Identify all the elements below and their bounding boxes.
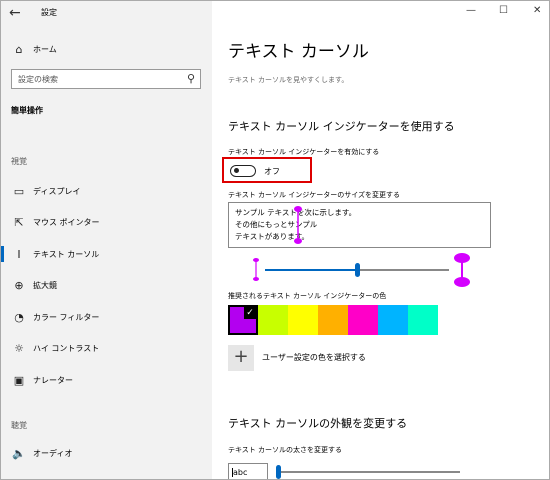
- magnifier-icon: ⊕: [14, 279, 24, 292]
- title-bar: ← 設定: [1, 1, 212, 27]
- indicator-toggle-label: テキスト カーソル インジケーターを有効にする: [228, 148, 380, 156]
- preview-line: その他にもっとサンプル: [235, 220, 318, 229]
- thickness-label: テキスト カーソルの太さを変更する: [228, 446, 343, 454]
- color-swatch[interactable]: ✓: [228, 305, 258, 335]
- sidebar-item-label: 拡大鏡: [33, 281, 57, 290]
- display-icon: ▭: [13, 184, 25, 198]
- sidebar-item-home[interactable]: ⌂ ホーム: [1, 34, 212, 64]
- back-arrow-icon[interactable]: ←: [9, 4, 27, 22]
- mouse-pointer-icon: ⇱: [14, 216, 24, 229]
- settings-window: ← 設定 ⌂ ホーム 設定の検索 ⚲ 簡単操作 視覚 ▭ ディスプレイ ⇱ マウス ポ…: [0, 0, 550, 480]
- text-cursor-icon: I: [17, 247, 21, 261]
- toggle-knob: [234, 168, 239, 173]
- group-heading-vision: 視覚: [11, 157, 27, 166]
- preview-cursor-indicator: [294, 206, 302, 244]
- sidebar-item-label: ディスプレイ: [33, 186, 81, 196]
- preview-line: サンプル テキストを次に示します。: [235, 208, 357, 217]
- sidebar-item-label: ハイ コントラスト: [33, 344, 100, 353]
- color-swatch[interactable]: [288, 305, 318, 335]
- sidebar: ← 設定 ⌂ ホーム 設定の検索 ⚲ 簡単操作 視覚 ▭ ディスプレイ ⇱ マウス ポ…: [1, 1, 212, 479]
- section-title: 簡単操作: [11, 106, 43, 115]
- sidebar-item-magnifier[interactable]: ⊕ 拡大鏡: [1, 271, 212, 301]
- add-custom-color-button[interactable]: +: [228, 345, 254, 371]
- thickness-preview: abc: [228, 463, 268, 479]
- indicator-toggle[interactable]: [230, 165, 256, 177]
- toggle-state-label: オフ: [264, 167, 280, 176]
- search-input[interactable]: 設定の検索 ⚲: [11, 69, 201, 89]
- close-icon[interactable]: ✕: [533, 5, 541, 16]
- custom-color-label[interactable]: ユーザー設定の色を選択する: [262, 352, 366, 363]
- indicator-size-slider[interactable]: [265, 259, 449, 281]
- large-indicator-icon: [454, 253, 470, 287]
- color-filter-icon: ◔: [14, 310, 24, 324]
- sidebar-item-high-contrast[interactable]: ☼ ハイ コントラスト: [1, 334, 212, 364]
- sidebar-item-narrator[interactable]: ▣ ナレーター: [1, 365, 212, 395]
- thickness-slider[interactable]: [276, 461, 460, 479]
- home-icon: ⌂: [15, 42, 23, 56]
- narrator-icon: ▣: [13, 373, 25, 387]
- indicator-size-label: テキスト カーソル インジケーターのサイズを変更する: [228, 191, 401, 199]
- appearance-heading: テキスト カーソルの外観を変更する: [228, 417, 408, 430]
- slider-track: [355, 269, 449, 271]
- sidebar-item-text-cursor[interactable]: I テキスト カーソル: [1, 239, 212, 269]
- sidebar-item-audio[interactable]: 🔈 オーディオ: [1, 438, 212, 468]
- sidebar-item-mouse-pointer[interactable]: ⇱ マウス ポインター: [1, 208, 212, 238]
- color-swatch[interactable]: [348, 305, 378, 335]
- sidebar-item-label: テキスト カーソル: [33, 249, 100, 259]
- thickness-sample-text: abc: [233, 468, 248, 477]
- small-indicator-icon: [253, 258, 259, 281]
- checkmark-icon: ✓: [244, 307, 256, 319]
- main-content: — ☐ ✕ テキスト カーソル テキスト カーソルを見やすくします。 テキスト …: [212, 1, 549, 479]
- sidebar-item-color-filter[interactable]: ◔ カラー フィルター: [1, 302, 212, 332]
- app-title: 設定: [41, 8, 57, 17]
- slider-track: [276, 471, 460, 473]
- sidebar-item-label: カラー フィルター: [33, 312, 100, 322]
- page-title: テキスト カーソル: [228, 42, 369, 62]
- indicator-heading: テキスト カーソル インジケーターを使用する: [228, 120, 455, 133]
- audio-icon: 🔈: [12, 446, 26, 460]
- color-swatches: ✓: [228, 305, 438, 335]
- color-swatch[interactable]: [408, 305, 438, 335]
- slider-track-filled: [265, 269, 355, 271]
- maximize-icon[interactable]: ☐: [499, 5, 508, 16]
- sidebar-item-display[interactable]: ▭ ディスプレイ: [1, 176, 212, 206]
- sidebar-item-label: オーディオ: [33, 448, 73, 458]
- color-swatch[interactable]: [318, 305, 348, 335]
- page-subtitle: テキスト カーソルを見やすくします。: [228, 76, 349, 84]
- slider-thumb[interactable]: [355, 263, 360, 277]
- color-swatch[interactable]: [258, 305, 288, 335]
- highlight-box: オフ: [222, 157, 312, 183]
- sidebar-item-label: ナレーター: [33, 375, 73, 385]
- text-preview-box: サンプル テキストを次に示します。 その他にもっとサンプル テキストがあります。: [228, 202, 491, 248]
- high-contrast-icon: ☼: [14, 342, 24, 355]
- preview-line: テキストがあります。: [235, 232, 310, 241]
- group-heading-hearing: 聴覚: [11, 421, 27, 430]
- indicator-color-label: 推奨されるテキスト カーソル インジケーターの色: [228, 292, 387, 300]
- search-placeholder: 設定の検索: [18, 75, 58, 84]
- slider-thumb[interactable]: [276, 465, 281, 479]
- sidebar-item-label: マウス ポインター: [33, 218, 100, 227]
- color-swatch[interactable]: [378, 305, 408, 335]
- minimize-icon[interactable]: —: [466, 5, 476, 16]
- search-icon[interactable]: ⚲: [187, 72, 195, 85]
- sidebar-item-label: ホーム: [33, 44, 57, 54]
- active-indicator: [1, 246, 4, 262]
